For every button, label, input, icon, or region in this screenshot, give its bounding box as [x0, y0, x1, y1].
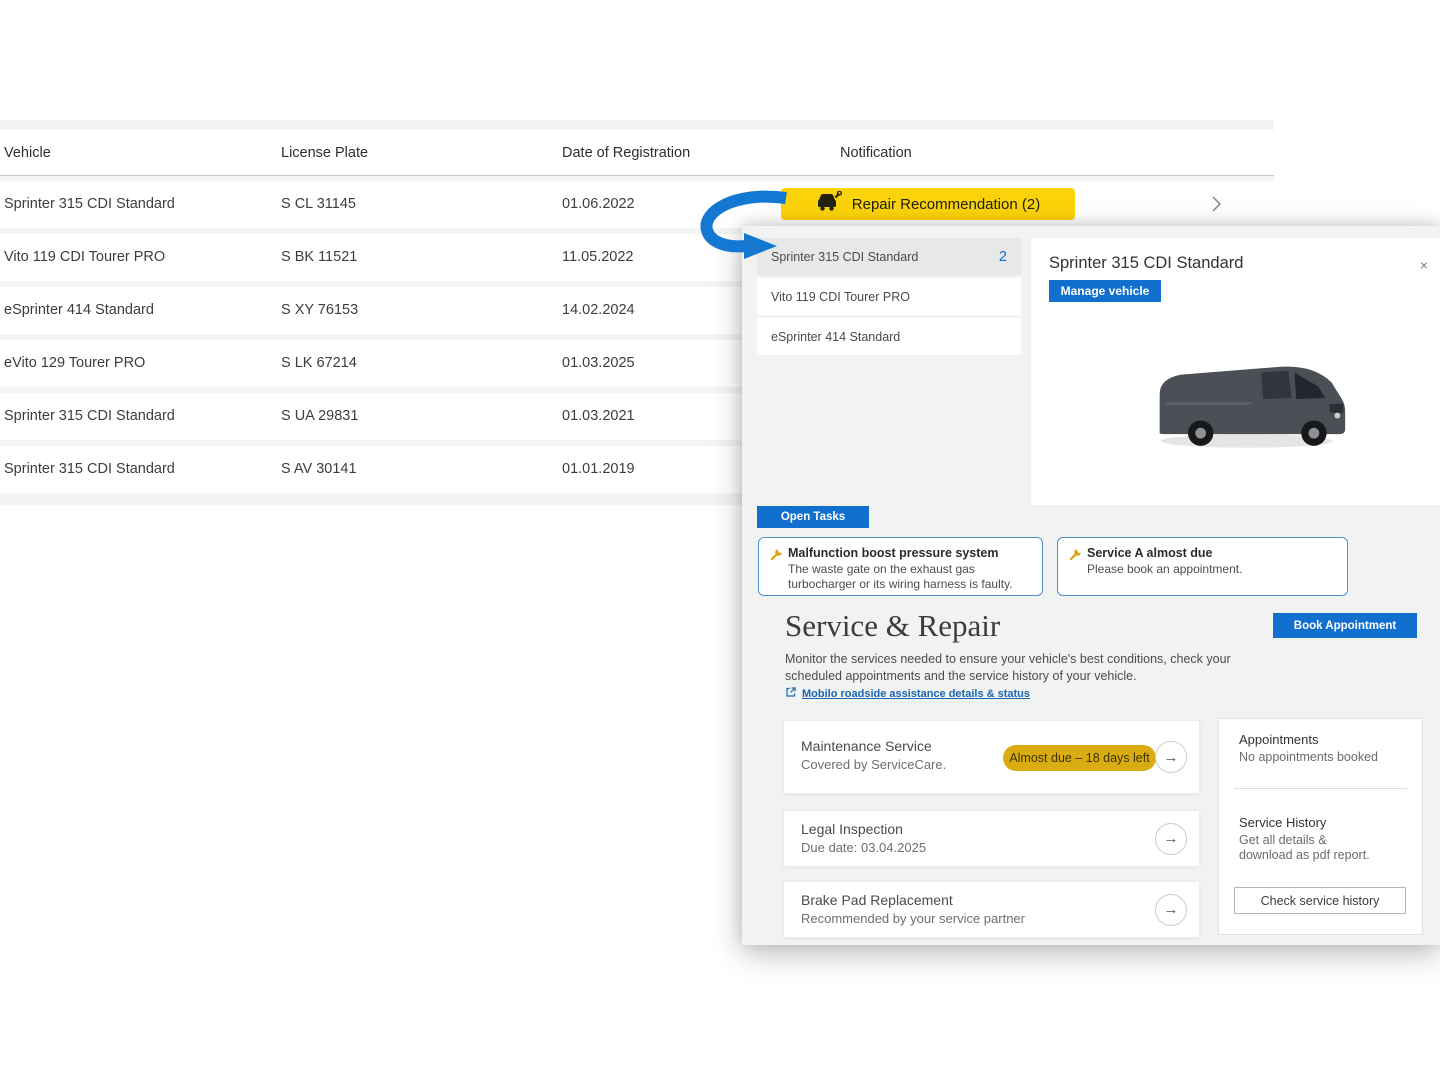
notification-count-badge: 2: [999, 249, 1007, 265]
column-header-notification: Notification: [840, 130, 912, 176]
appointments-history-card: Appointments No appointments booked Serv…: [1218, 718, 1423, 935]
task-title: Service A almost due: [1087, 546, 1213, 560]
service-card-title: Maintenance Service: [801, 738, 932, 754]
plate-cell: S LK 67214: [281, 340, 357, 387]
task-text: turbocharger or its wiring harness is fa…: [788, 577, 1013, 591]
date-cell: 01.03.2025: [562, 340, 635, 387]
appointments-title: Appointments: [1239, 732, 1319, 747]
service-card-subtitle: Due date: 03.04.2025: [801, 840, 926, 855]
table-row[interactable]: Sprinter 315 CDI Standard S CL 31145 01.…: [0, 181, 1274, 228]
task-card-malfunction[interactable]: Malfunction boost pressure system The wa…: [758, 537, 1043, 596]
task-text: The waste gate on the exhaust gas: [788, 562, 975, 576]
vehicle-cell: Vito 119 CDI Tourer PRO: [4, 234, 165, 281]
van-image: [1146, 343, 1351, 458]
arrow-right-button[interactable]: →: [1155, 741, 1187, 773]
service-description: Monitor the services needed to ensure yo…: [785, 652, 1231, 666]
plate-cell: S CL 31145: [281, 181, 356, 228]
check-service-history-button[interactable]: Check service history: [1234, 887, 1406, 914]
vehicle-card: Sprinter 315 CDI Standard Manage vehicle…: [1031, 238, 1440, 505]
service-description: scheduled appointments and the service h…: [785, 669, 1137, 683]
page: Vehicle License Plate Date of Registrati…: [0, 0, 1440, 1080]
vehicle-cell: Sprinter 315 CDI Standard: [4, 181, 175, 228]
column-header-vehicle: Vehicle: [4, 130, 51, 176]
task-card-service-a[interactable]: Service A almost due Please book an appo…: [1057, 537, 1348, 596]
vehicle-list-item-esprinter-414[interactable]: eSprinter 414 Standard: [757, 318, 1021, 355]
vehicle-list-item-sprinter-315[interactable]: Sprinter 315 CDI Standard 2: [757, 238, 1021, 275]
vehicle-detail-panel: Sprinter 315 CDI Standard 2 Vito 119 CDI…: [742, 226, 1440, 945]
date-cell: 01.01.2019: [562, 446, 635, 493]
service-card-title: Brake Pad Replacement: [801, 892, 953, 908]
book-appointment-button[interactable]: Book Appointment: [1273, 613, 1417, 638]
wrench-icon: [770, 548, 783, 566]
manage-vehicle-button[interactable]: Manage vehicle: [1049, 280, 1161, 302]
repair-recommendation-label: Repair Recommendation (2): [852, 196, 1040, 213]
van-wrench-icon: [816, 191, 842, 217]
vehicle-list-label: Vito 119 CDI Tourer PRO: [771, 290, 910, 304]
date-cell: 01.03.2021: [562, 393, 635, 440]
service-history-text: download as pdf report.: [1239, 848, 1370, 862]
vehicle-cell: Sprinter 315 CDI Standard: [4, 446, 175, 493]
service-card-title: Legal Inspection: [801, 821, 903, 837]
vehicle-card-title: Sprinter 315 CDI Standard: [1049, 254, 1243, 273]
date-cell: 01.06.2022: [562, 181, 635, 228]
maintenance-service-card[interactable]: Maintenance Service Covered by ServiceCa…: [783, 720, 1200, 794]
service-card-subtitle: Covered by ServiceCare.: [801, 757, 946, 772]
vehicle-cell: Sprinter 315 CDI Standard: [4, 393, 175, 440]
column-header-date: Date of Registration: [562, 130, 690, 176]
divider: [1234, 788, 1407, 789]
plate-cell: S UA 29831: [281, 393, 358, 440]
wrench-icon: [1069, 548, 1082, 566]
column-header-license-plate: License Plate: [281, 130, 368, 176]
service-history-title: Service History: [1239, 815, 1326, 830]
brake-pad-card[interactable]: Brake Pad Replacement Recommended by you…: [783, 881, 1200, 938]
vehicle-list-item-vito-119[interactable]: Vito 119 CDI Tourer PRO: [757, 278, 1021, 315]
appointments-text: No appointments booked: [1239, 750, 1378, 764]
almost-due-badge: Almost due – 18 days left: [1003, 745, 1156, 771]
repair-recommendation-button[interactable]: Repair Recommendation (2): [781, 188, 1075, 220]
table-header-row: Vehicle License Plate Date of Registrati…: [0, 130, 1274, 176]
legal-inspection-card[interactable]: Legal Inspection Due date: 03.04.2025 →: [783, 810, 1200, 867]
open-tasks-button[interactable]: Open Tasks: [757, 506, 869, 528]
task-title: Malfunction boost pressure system: [788, 546, 998, 560]
mobilo-assistance-link[interactable]: Mobilo roadside assistance details & sta…: [785, 686, 1030, 701]
chevron-right-icon[interactable]: [1206, 194, 1226, 214]
vehicle-cell: eVito 129 Tourer PRO: [4, 340, 145, 387]
vehicle-list-label: eSprinter 414 Standard: [771, 330, 900, 344]
mobilo-link-label: Mobilo roadside assistance details & sta…: [802, 688, 1030, 700]
callout-arrow-icon: [698, 190, 794, 262]
plate-cell: S XY 76153: [281, 287, 358, 334]
date-cell: 14.02.2024: [562, 287, 635, 334]
service-card-subtitle: Recommended by your service partner: [801, 911, 1025, 926]
date-cell: 11.05.2022: [562, 234, 634, 281]
plate-cell: S AV 30141: [281, 446, 357, 493]
arrow-right-button[interactable]: →: [1155, 894, 1187, 926]
service-history-text: Get all details &: [1239, 833, 1327, 847]
close-icon[interactable]: ×: [1420, 258, 1428, 272]
plate-cell: S BK 11521: [281, 234, 357, 281]
task-text: Please book an appointment.: [1087, 562, 1242, 576]
service-repair-heading: Service & Repair: [785, 608, 1000, 644]
arrow-right-button[interactable]: →: [1155, 823, 1187, 855]
vehicle-cell: eSprinter 414 Standard: [4, 287, 154, 334]
external-link-icon: [785, 686, 797, 701]
